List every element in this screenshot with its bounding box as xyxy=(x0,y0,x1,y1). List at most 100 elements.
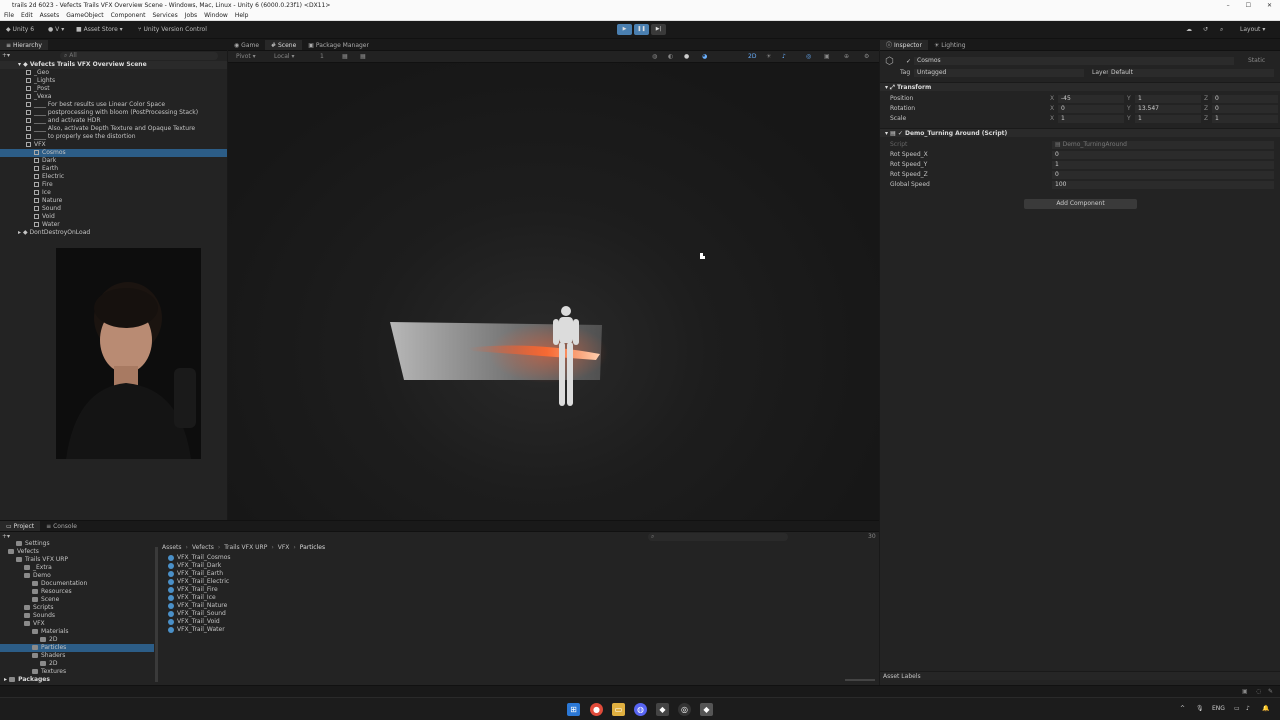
transform-field-x[interactable]: -45 xyxy=(1058,95,1124,103)
version-control-dropdown[interactable]: ● V ▾ xyxy=(44,24,68,36)
tab-console[interactable]: ≡ Console xyxy=(40,521,83,531)
transform-field-y[interactable]: 13.547 xyxy=(1135,105,1201,113)
hierarchy-item[interactable]: ____ and activate HDR xyxy=(0,117,227,125)
script-field-value[interactable]: 0 xyxy=(1052,171,1274,179)
hierarchy-item[interactable]: Ice xyxy=(0,189,227,197)
add-object-button[interactable]: +▾ xyxy=(2,52,12,60)
hierarchy-item[interactable]: Dark xyxy=(0,157,227,165)
project-folder-item[interactable]: Sounds xyxy=(0,612,154,620)
tab-hierarchy[interactable]: ≡ Hierarchy xyxy=(0,40,48,50)
enabled-checkbox[interactable]: ✓ xyxy=(898,130,903,137)
hierarchy-item[interactable]: _Geo xyxy=(0,69,227,77)
snap-toggle-icon[interactable]: ▦ xyxy=(360,53,366,60)
project-folder-item[interactable]: Shaders xyxy=(0,652,154,660)
network-icon[interactable]: ▭ xyxy=(1234,705,1240,712)
hierarchy-item[interactable]: Earth xyxy=(0,165,227,173)
project-folder-item[interactable]: Scripts xyxy=(0,604,154,612)
project-folder-item[interactable]: VFX xyxy=(0,620,154,628)
hierarchy-item[interactable]: Sound xyxy=(0,205,227,213)
project-folder-item[interactable]: Particles xyxy=(0,644,154,652)
tray-chevron-icon[interactable]: ^ xyxy=(1180,705,1185,712)
project-folder-item[interactable]: Textures xyxy=(0,668,154,676)
menu-gameobject[interactable]: GameObject xyxy=(66,11,103,20)
asset-item[interactable]: VFX_Trail_Void xyxy=(168,618,220,626)
breadcrumb-item[interactable]: Trails VFX URP xyxy=(224,543,267,552)
dont-destroy-row[interactable]: ▸ ◆ DontDestroyOnLoad xyxy=(0,229,227,237)
menu-window[interactable]: Window xyxy=(204,11,228,20)
project-folder-item[interactable]: _Extra xyxy=(0,564,154,572)
hierarchy-item[interactable]: Nature xyxy=(0,197,227,205)
language-indicator[interactable]: ENG xyxy=(1212,705,1225,712)
transform-field-y[interactable]: 1 xyxy=(1135,115,1201,123)
menu-component[interactable]: Component xyxy=(111,11,146,20)
tab-scene[interactable]: # Scene xyxy=(265,40,303,50)
transform-field-z[interactable]: 0 xyxy=(1212,95,1278,103)
unity-editor-icon[interactable]: ◆ xyxy=(700,703,713,716)
hierarchy-item[interactable]: ____ Also, activate Depth Texture and Op… xyxy=(0,125,227,133)
step-button[interactable]: ▶| xyxy=(651,24,666,35)
notifications-bell-icon[interactable]: 🔔 xyxy=(1262,705,1269,712)
hierarchy-item[interactable]: ____ For best results use Linear Color S… xyxy=(0,101,227,109)
project-folder-item[interactable]: Materials xyxy=(0,628,154,636)
object-name-field[interactable]: Cosmos xyxy=(914,57,1234,65)
windows-start-icon[interactable]: ⊞ xyxy=(567,703,580,716)
tab-package-manager[interactable]: ▣ Package Manager xyxy=(302,40,375,50)
project-folder-item[interactable]: Settings xyxy=(0,540,154,548)
icon-size-slider[interactable] xyxy=(845,679,875,681)
tab-lighting[interactable]: ☀ Lighting xyxy=(928,40,972,50)
project-folder-item[interactable]: Resources xyxy=(0,588,154,596)
grid-toggle-icon[interactable]: ▦ xyxy=(342,53,348,60)
scene-viewport[interactable] xyxy=(228,63,879,520)
microphone-icon[interactable]: 🎙 xyxy=(1196,705,1204,712)
layout-dropdown[interactable]: Layout ▾ xyxy=(1236,24,1269,36)
menu-services[interactable]: Services xyxy=(152,11,177,20)
hierarchy-item[interactable]: Cosmos xyxy=(0,149,227,157)
script-field-value[interactable]: 100 xyxy=(1052,181,1274,189)
chrome-icon[interactable]: ● xyxy=(590,703,603,716)
hierarchy-item[interactable]: Electric xyxy=(0,173,227,181)
menu-help[interactable]: Help xyxy=(235,11,249,20)
hierarchy-item[interactable]: ____ postprocessing with bloom (PostProc… xyxy=(0,109,227,117)
transform-field-z[interactable]: 0 xyxy=(1212,105,1278,113)
script-component-header[interactable]: ▾ ▤ ✓ Demo_Turning Around (Script) xyxy=(880,128,1280,137)
volume-icon[interactable]: ♪ xyxy=(1246,705,1250,712)
breadcrumb-item[interactable]: Assets xyxy=(162,543,182,552)
tree-scrollbar[interactable] xyxy=(155,547,158,682)
hierarchy-item[interactable]: VFX xyxy=(0,141,227,149)
grid-snap-value[interactable]: 1 xyxy=(320,53,324,60)
tab-inspector[interactable]: ⓘ Inspector xyxy=(880,40,928,50)
tab-project[interactable]: ▭ Project xyxy=(0,521,41,531)
gizmos-icon[interactable]: ⊕ xyxy=(844,53,849,60)
hierarchy-item[interactable]: ____ to properly see the distortion xyxy=(0,133,227,141)
create-asset-button[interactable]: +▾ xyxy=(2,533,10,540)
account-button[interactable]: ◆ Unity 6 xyxy=(2,24,38,36)
transform-field-z[interactable]: 1 xyxy=(1212,115,1278,123)
project-folder-item[interactable]: Documentation xyxy=(0,580,154,588)
active-checkbox[interactable]: ✓ xyxy=(906,58,911,65)
hidden-objects-icon[interactable]: ◎ xyxy=(806,53,811,60)
cloud-services-icon[interactable]: ☁ xyxy=(1182,24,1196,36)
asset-store-button[interactable]: ■ Asset Store ▾ xyxy=(72,24,127,36)
asset-item[interactable]: VFX_Trail_Cosmos xyxy=(168,554,231,562)
project-folder-item[interactable]: 2D xyxy=(0,636,154,644)
file-explorer-icon[interactable]: ▭ xyxy=(612,703,625,716)
tab-game[interactable]: ◉ Game xyxy=(228,40,265,50)
project-folder-item[interactable]: Trails VFX URP xyxy=(0,556,154,564)
progress-icon[interactable]: ◌ xyxy=(1256,688,1261,695)
asset-item[interactable]: VFX_Trail_Sound xyxy=(168,610,226,618)
script-field-value[interactable]: 0 xyxy=(1052,151,1274,159)
hierarchy-item[interactable]: _Vexa xyxy=(0,93,227,101)
hierarchy-item[interactable]: Void xyxy=(0,213,227,221)
hierarchy-item[interactable]: _Lights xyxy=(0,77,227,85)
transform-header[interactable]: ▾ ⤢ Transform xyxy=(880,82,1280,91)
minimize-icon[interactable]: – xyxy=(1227,0,1230,11)
history-icon[interactable]: ↺ xyxy=(1199,24,1212,36)
asset-item[interactable]: VFX_Trail_Fire xyxy=(168,586,218,594)
camera-icon[interactable]: ▣ xyxy=(824,53,830,60)
unity-hub-icon[interactable]: ◆ xyxy=(656,703,669,716)
asset-item[interactable]: VFX_Trail_Ice xyxy=(168,594,216,602)
pivot-dropdown[interactable]: Pivot ▾ xyxy=(236,53,256,60)
project-folder-item[interactable]: Vefects xyxy=(0,548,154,556)
scene-row[interactable]: ▾ ◆ Vefects Trails VFX Overview Scene xyxy=(0,61,227,69)
asset-labels-bar[interactable]: Asset Labels xyxy=(880,671,1280,680)
